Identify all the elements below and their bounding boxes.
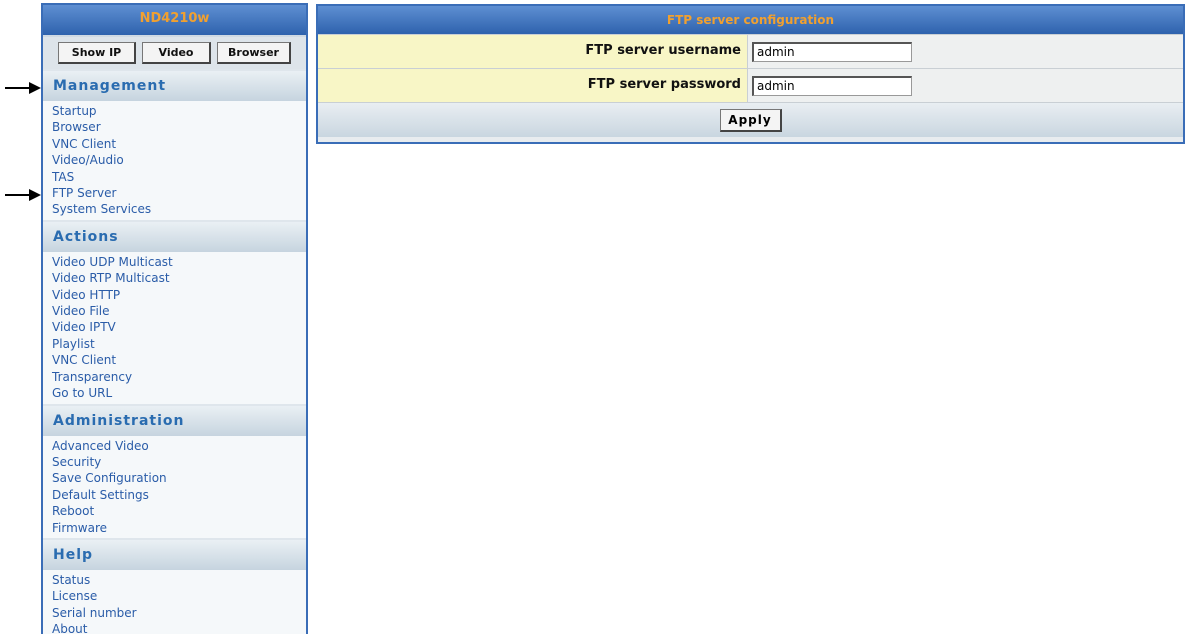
menu-item-playlist[interactable]: Playlist: [52, 336, 306, 352]
section-header-help: Help: [43, 537, 306, 570]
menu-item-firmware[interactable]: Firmware: [52, 520, 306, 536]
menu-item-video-iptv[interactable]: Video IPTV: [52, 319, 306, 335]
menu-item-startup[interactable]: Startup: [52, 103, 306, 119]
apply-row: Apply: [318, 102, 1183, 137]
menu-item-vnc-client[interactable]: VNC Client: [52, 136, 306, 152]
menu-item-video-http[interactable]: Video HTTP: [52, 287, 306, 303]
menu-item-video-rtp-multicast[interactable]: Video RTP Multicast: [52, 270, 306, 286]
password-row: FTP server password: [318, 68, 1183, 102]
menu-item-save-configuration[interactable]: Save Configuration: [52, 470, 306, 486]
menu-item-vnc-client-action[interactable]: VNC Client: [52, 352, 306, 368]
section-header-administration: Administration: [43, 403, 306, 436]
ftp-config-panel: FTP server configuration FTP server user…: [316, 4, 1185, 144]
ftp-username-input[interactable]: [752, 41, 912, 62]
menu-item-license[interactable]: License: [52, 588, 306, 604]
config-title: FTP server configuration: [318, 6, 1183, 34]
ftp-password-input[interactable]: [752, 75, 912, 96]
menu-item-serial-number[interactable]: Serial number: [52, 605, 306, 621]
quick-button-bar: Show IP Video Browser: [43, 37, 306, 69]
username-row: FTP server username: [318, 34, 1183, 68]
sidebar: ND4210w Show IP Video Browser Management…: [41, 3, 308, 634]
menu-item-go-to-url[interactable]: Go to URL: [52, 385, 306, 401]
device-name: ND4210w: [43, 5, 306, 37]
menu-item-video-udp-multicast[interactable]: Video UDP Multicast: [52, 254, 306, 270]
video-button[interactable]: Video: [142, 42, 211, 64]
username-label: FTP server username: [318, 35, 748, 68]
section-header-management: Management: [43, 69, 306, 101]
menu-item-system-services[interactable]: System Services: [52, 201, 306, 217]
menu-item-default-settings[interactable]: Default Settings: [52, 487, 306, 503]
show-ip-button[interactable]: Show IP: [58, 42, 136, 64]
menu-actions: Video UDP Multicast Video RTP Multicast …: [43, 251, 306, 404]
browser-button[interactable]: Browser: [217, 42, 291, 64]
menu-administration: Advanced Video Security Save Configurati…: [43, 435, 306, 538]
menu-item-reboot[interactable]: Reboot: [52, 503, 306, 519]
menu-item-tas[interactable]: TAS: [52, 169, 306, 185]
menu-help: Status License Serial number About: [43, 569, 306, 634]
menu-item-browser[interactable]: Browser: [52, 119, 306, 135]
menu-management: Startup Browser VNC Client Video/Audio T…: [43, 101, 306, 220]
menu-item-security[interactable]: Security: [52, 454, 306, 470]
section-header-actions: Actions: [43, 219, 306, 252]
password-label: FTP server password: [318, 69, 748, 102]
menu-item-about[interactable]: About: [52, 621, 306, 634]
apply-button[interactable]: Apply: [719, 108, 782, 132]
arrow-indicator-ftp-server: [5, 189, 41, 201]
menu-item-video-audio[interactable]: Video/Audio: [52, 152, 306, 168]
menu-item-status[interactable]: Status: [52, 572, 306, 588]
menu-item-ftp-server[interactable]: FTP Server: [52, 185, 306, 201]
menu-item-video-file[interactable]: Video File: [52, 303, 306, 319]
menu-item-advanced-video[interactable]: Advanced Video: [52, 438, 306, 454]
menu-item-transparency[interactable]: Transparency: [52, 369, 306, 385]
arrow-indicator-management: [5, 82, 41, 94]
